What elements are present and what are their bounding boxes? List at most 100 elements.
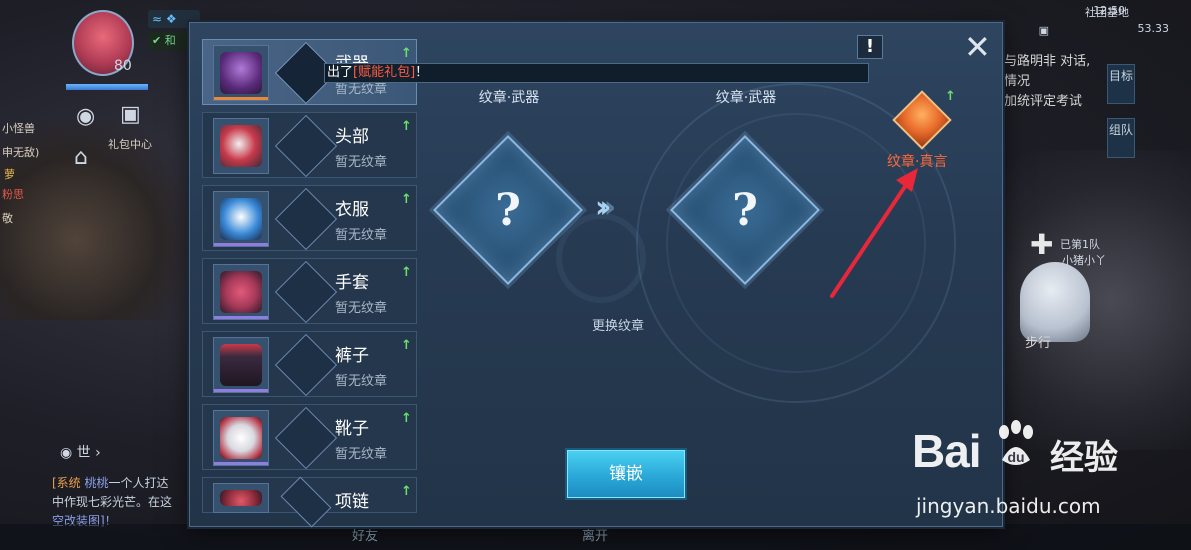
upgrade-arrow-icon: ↑ bbox=[945, 89, 956, 104]
emblem-slot[interactable] bbox=[274, 406, 338, 470]
boots-icon bbox=[213, 410, 269, 466]
tab-team[interactable]: 组队 bbox=[1107, 118, 1135, 158]
home-icon[interactable]: ⌂ bbox=[74, 145, 88, 170]
tooltip-prefix: 出了 bbox=[327, 65, 354, 80]
baidu-url: jingyan.baidu.com bbox=[916, 494, 1101, 518]
emblem-slot[interactable] bbox=[274, 187, 338, 251]
rarity-bar bbox=[214, 97, 268, 100]
annotation-arrow-icon bbox=[830, 168, 918, 298]
left-side-line: 小怪兽 bbox=[2, 122, 35, 135]
gift-icon[interactable]: ▣ bbox=[120, 102, 141, 127]
left-side-line: 敬 bbox=[2, 212, 13, 225]
rarity-bar bbox=[214, 243, 268, 246]
question-icon: ? bbox=[495, 185, 521, 236]
upgrade-arrow-icon: ↑ bbox=[401, 46, 412, 61]
emblem-slot[interactable] bbox=[274, 333, 338, 397]
equip-status: 暂无纹章 bbox=[335, 447, 388, 462]
quest-line: 加统评定考试 bbox=[1004, 94, 1083, 109]
arrow-right-icon: ››› bbox=[595, 190, 617, 225]
helmet-art bbox=[220, 125, 262, 167]
equip-item-pants[interactable]: 裤子 暂无纹章 ↑ bbox=[202, 331, 417, 397]
new-emblem-label: 纹章·武器 bbox=[715, 90, 777, 106]
emblem-slot[interactable] bbox=[280, 476, 332, 528]
svg-text:du: du bbox=[1007, 449, 1024, 465]
baidu-watermark: Bai du 经验 jingyan.baidu.com bbox=[912, 420, 1152, 530]
equip-status: 暂无纹章 bbox=[335, 374, 388, 389]
camera-icon[interactable]: ▣ bbox=[1039, 24, 1049, 37]
emblem-slot[interactable] bbox=[274, 114, 338, 178]
chat-box[interactable]: [系统 桃桃一个人打达 中作现七彩光芒。在这 空改装图]！ bbox=[52, 474, 192, 531]
close-button[interactable]: ✕ bbox=[964, 31, 991, 63]
clock: 12:50 bbox=[1093, 4, 1125, 17]
change-emblem-label[interactable]: 更换纹章 bbox=[592, 315, 644, 334]
rarity-bar bbox=[214, 462, 268, 465]
upgrade-arrow-icon: ↑ bbox=[401, 484, 412, 499]
chat-text: 一个人打达 bbox=[108, 476, 169, 490]
necklace-icon bbox=[213, 483, 269, 513]
rarity-bar bbox=[214, 316, 268, 319]
pants-icon bbox=[213, 337, 269, 393]
equip-item-gloves[interactable]: 手套 暂无纹章 ↑ bbox=[202, 258, 417, 324]
clothes-icon bbox=[213, 191, 269, 247]
equip-item-boots[interactable]: 靴子 暂无纹章 ↑ bbox=[202, 404, 417, 470]
equip-item-clothes[interactable]: 衣服 暂无纹章 ↑ bbox=[202, 185, 417, 251]
equip-status: 暂无纹章 bbox=[335, 155, 388, 170]
arrow-dim-icon: › bbox=[603, 190, 617, 225]
upgrade-arrow-icon: ↑ bbox=[401, 192, 412, 207]
equip-name: 裤子 bbox=[335, 346, 369, 366]
equip-name: 手套 bbox=[335, 273, 369, 293]
plus-icon[interactable]: ✚ bbox=[1030, 228, 1053, 261]
player-level: 80 bbox=[114, 58, 132, 74]
guild-badge[interactable]: ✔ 和 bbox=[148, 32, 188, 50]
quest-line: 情况 bbox=[1004, 74, 1031, 89]
upgrade-arrow-icon: ↑ bbox=[401, 265, 412, 280]
player-hp-bar bbox=[66, 84, 148, 90]
upgrade-arrow-icon: ↑ bbox=[401, 119, 412, 134]
baidu-logo-text: Bai bbox=[912, 425, 982, 477]
upgrade-arrow-icon: ↑ bbox=[401, 338, 412, 353]
info-button[interactable]: ! bbox=[857, 35, 883, 59]
inlay-button[interactable]: 镶嵌 bbox=[567, 450, 685, 498]
equip-name: 衣服 bbox=[335, 200, 369, 220]
necklace-art bbox=[220, 490, 262, 506]
quest-tracker[interactable]: 与路明非 对话, 情况 加统评定考试 bbox=[1004, 52, 1090, 112]
eye-icon[interactable]: ◉ bbox=[76, 104, 95, 129]
baidu-logo: Bai bbox=[912, 424, 982, 478]
quest-line: 与路明非 对话, bbox=[1004, 54, 1091, 69]
magic-circle-rune bbox=[556, 213, 646, 303]
tooltip-highlight[interactable]: [赋能礼包] bbox=[353, 65, 415, 80]
chat-tag: [系统 bbox=[52, 476, 81, 490]
equip-status: 暂无纹章 bbox=[335, 228, 388, 243]
walk-label[interactable]: 步行 bbox=[1025, 332, 1051, 351]
rarity-bar bbox=[214, 389, 268, 392]
pet-robot bbox=[1020, 262, 1090, 342]
emblem-slot[interactable] bbox=[274, 260, 338, 324]
chat-text: 中作现七彩光芒。在这 bbox=[52, 495, 173, 509]
helmet-icon bbox=[213, 118, 269, 174]
chat-name: 桃桃 bbox=[84, 476, 109, 490]
paw-icon: du bbox=[999, 420, 1033, 465]
chat-channel: 世 bbox=[76, 445, 91, 461]
equip-item-necklace[interactable]: 项链 ↑ bbox=[202, 476, 417, 528]
friends-button[interactable]: 好友 bbox=[352, 525, 378, 544]
microphone-icon[interactable]: ◉ 世 › bbox=[60, 442, 101, 462]
equip-name: 项链 bbox=[335, 492, 369, 512]
team-text: 已第1队 bbox=[1060, 238, 1100, 251]
hp-bar-fill bbox=[66, 84, 148, 90]
weapon-icon bbox=[213, 45, 269, 101]
question-icon: ? bbox=[732, 185, 758, 236]
gloves-art bbox=[220, 271, 262, 313]
gloves-icon bbox=[213, 264, 269, 320]
left-side-line: 申无敌) bbox=[2, 146, 40, 159]
current-emblem-label: 纹章·武器 bbox=[478, 90, 540, 106]
equip-name: 头部 bbox=[335, 127, 369, 147]
pants-art bbox=[220, 344, 262, 386]
left-side-line: 粉思 bbox=[2, 188, 24, 201]
tooltip-suffix: ！ bbox=[415, 65, 429, 80]
tab-target[interactable]: 目标 bbox=[1107, 64, 1135, 104]
gift-center-label: 礼包中心 bbox=[108, 138, 152, 151]
weapon-art bbox=[220, 52, 262, 94]
equip-item-head[interactable]: 头部 暂无纹章 ↑ bbox=[202, 112, 417, 178]
clothes-art bbox=[220, 198, 262, 240]
boots-art bbox=[220, 417, 262, 459]
